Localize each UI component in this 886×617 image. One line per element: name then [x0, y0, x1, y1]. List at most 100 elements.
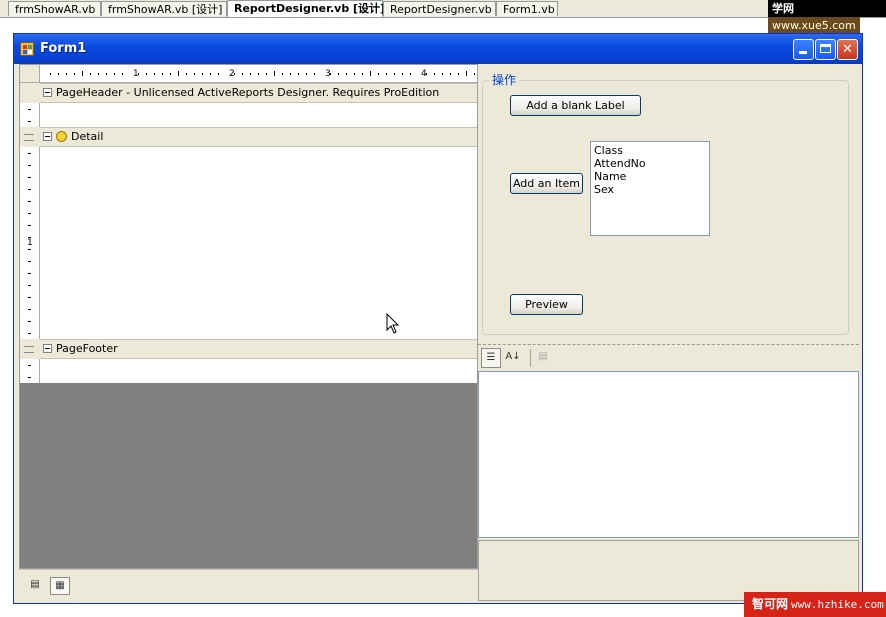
- band-pageheader[interactable]: PageHeader - Unlicensed ActiveReports De…: [40, 83, 477, 103]
- maximize-icon: [820, 44, 831, 53]
- report-designer[interactable]: 1 2 3 4 PageHeader - Unlicensed ActiveRe…: [19, 64, 478, 569]
- field-listbox[interactable]: Class AttendNo Name Sex: [590, 141, 710, 236]
- band-pagefooter[interactable]: PageFooter: [40, 339, 477, 359]
- band-grip-pageheader[interactable]: [20, 83, 40, 103]
- groupbox-title: 操作: [489, 71, 520, 88]
- list-item[interactable]: AttendNo: [594, 157, 706, 170]
- vertical-ruler-header: [20, 103, 40, 127]
- band-detail[interactable]: Detail: [40, 127, 477, 147]
- ruler-tick: [306, 73, 307, 75]
- ruler-tick: [178, 71, 179, 76]
- band-grip-pagefooter[interactable]: [20, 339, 40, 359]
- pageheader-body[interactable]: [40, 103, 477, 127]
- grip-lines: [24, 346, 34, 353]
- property-grid-toolbar: ☰ A↓ ▤: [478, 345, 859, 371]
- ruler-tick: [28, 297, 31, 298]
- band-detail-label: Detail: [71, 130, 104, 143]
- tab-frmshowar-code[interactable]: frmShowAR.vb: [8, 1, 101, 16]
- list-item[interactable]: Class: [594, 144, 706, 157]
- toolbar-separator: [530, 349, 531, 367]
- preview-button[interactable]: Preview: [510, 294, 583, 315]
- ruler-tick: [338, 73, 339, 75]
- property-pages-icon[interactable]: ▤: [533, 348, 553, 368]
- tab-form1-code[interactable]: Form1.vb: [496, 1, 558, 16]
- collapse-icon[interactable]: [43, 88, 52, 97]
- close-button[interactable]: ✕: [837, 39, 858, 60]
- ruler-tick: [90, 73, 91, 75]
- ruler-tick: [28, 273, 31, 274]
- ruler-tick: [450, 73, 451, 75]
- maximize-button[interactable]: [815, 39, 836, 60]
- watermark-bottom: 智可网 www.hzhike.com: [744, 592, 886, 617]
- property-grid[interactable]: [478, 371, 859, 538]
- ruler-tick: [28, 121, 31, 122]
- grip-lines: [24, 134, 34, 141]
- tab-reportdesigner-code[interactable]: ReportDesigner.vb: [383, 1, 496, 16]
- ruler-tick: [210, 73, 211, 75]
- ruler-tick: [28, 261, 31, 262]
- ruler-tick: [186, 73, 187, 75]
- ruler-number: 1: [27, 238, 33, 248]
- ruler-tick: [28, 377, 31, 378]
- collapse-icon[interactable]: [43, 344, 52, 353]
- ruler-tick: [202, 73, 203, 75]
- form-icon: [20, 42, 34, 56]
- ruler-tick: [234, 73, 235, 75]
- window-title: Form1: [40, 41, 87, 56]
- ruler-tick: [458, 73, 459, 75]
- ruler-tick: [28, 321, 31, 322]
- ruler-tick: [50, 73, 51, 75]
- vertical-ruler-detail: 1: [20, 147, 40, 339]
- ruler-tick: [28, 285, 31, 286]
- ruler-tick: [442, 73, 443, 75]
- ruler-tick: [98, 73, 99, 75]
- add-blank-label-button[interactable]: Add a blank Label: [510, 95, 641, 116]
- ruler-tick: [242, 73, 243, 75]
- ruler-tick: [346, 73, 347, 75]
- ruler-tick: [250, 73, 251, 75]
- collapse-icon[interactable]: [43, 132, 52, 141]
- band-pagefooter-label: PageFooter: [56, 342, 118, 355]
- ruler-tick: [474, 73, 475, 75]
- ruler-tick: [170, 73, 171, 75]
- watermark-url: www.xue5.com: [768, 17, 860, 34]
- detail-body[interactable]: [40, 147, 477, 339]
- ruler-tick: [426, 73, 427, 75]
- ruler-tick: [138, 73, 139, 75]
- ruler-tick: [218, 73, 219, 75]
- ruler-tick: [386, 73, 387, 75]
- form-client-area: 1 2 3 4 PageHeader - Unlicensed ActiveRe…: [17, 64, 859, 601]
- band-grip-detail[interactable]: [20, 127, 40, 147]
- ruler-tick: [410, 73, 411, 75]
- tab-reportdesigner-design[interactable]: ReportDesigner.vb [设计]: [227, 0, 385, 17]
- ruler-tick: [28, 165, 31, 166]
- vertical-ruler-footer: [20, 359, 40, 383]
- ruler-tick: [28, 333, 31, 334]
- list-item[interactable]: Sex: [594, 183, 706, 196]
- watermark-url: www.hzhike.com: [791, 598, 884, 611]
- add-item-button[interactable]: Add an Item: [510, 173, 583, 194]
- watermark-brand: 智可网: [752, 597, 789, 611]
- horizontal-ruler: 1 2 3 4: [40, 65, 477, 83]
- ruler-tick: [466, 71, 467, 76]
- ruler-tick: [58, 73, 59, 75]
- ruler-tick: [290, 73, 291, 75]
- title-bar[interactable]: Form1 ✕: [14, 34, 862, 64]
- alphabetical-icon[interactable]: A↓: [503, 348, 523, 368]
- pagefooter-body[interactable]: [40, 359, 477, 383]
- ruler-tick: [28, 249, 31, 250]
- tab-frmshowar-design[interactable]: frmShowAR.vb [设计]: [101, 1, 227, 16]
- script-view-icon[interactable]: ▤: [25, 577, 45, 595]
- categorized-icon[interactable]: ☰: [481, 348, 501, 368]
- close-icon: ✕: [842, 42, 853, 57]
- watermark-top: 学网www.xue5.com: [768, 0, 886, 34]
- list-item[interactable]: Name: [594, 170, 706, 183]
- minimize-button[interactable]: [793, 39, 814, 60]
- ruler-tick: [354, 73, 355, 75]
- design-view-icon[interactable]: ▦: [50, 577, 70, 595]
- ruler-tick: [258, 73, 259, 75]
- ruler-tick: [274, 71, 275, 76]
- ruler-tick: [394, 73, 395, 75]
- ruler-tick: [28, 201, 31, 202]
- band-pageheader-label: PageHeader - Unlicensed ActiveReports De…: [56, 86, 440, 99]
